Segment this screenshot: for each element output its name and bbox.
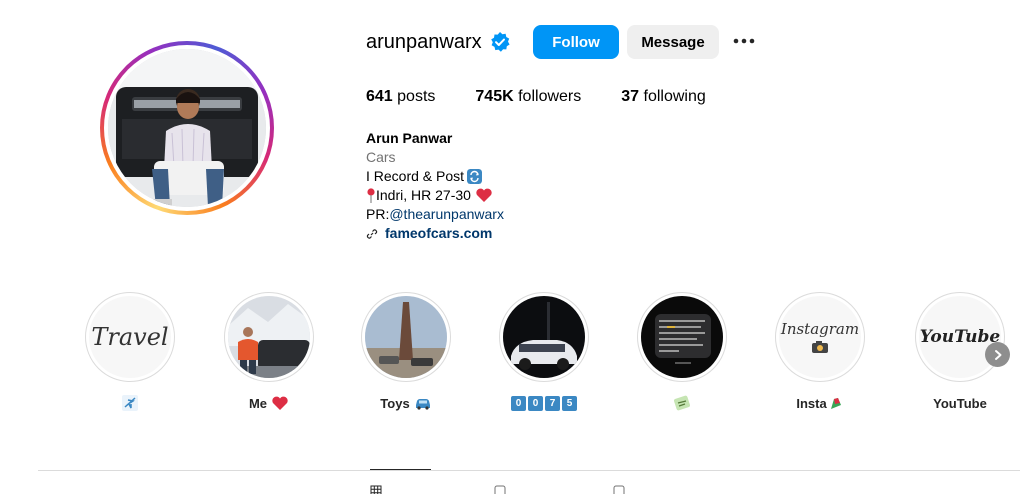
avatar-photo (108, 49, 266, 207)
posts-label: posts (397, 88, 436, 105)
highlight-label-text: YouTube (933, 395, 987, 411)
tab-reels[interactable] (494, 485, 512, 494)
airplane-emoji-icon (122, 395, 138, 411)
message-cover-photo (641, 296, 723, 378)
following-count: 37 (621, 88, 640, 105)
username-row: arunpanwarx (366, 25, 510, 59)
following-label: following (643, 88, 706, 105)
profile-stats: 641 posts 745K followers 37 following (366, 88, 746, 106)
highlight-me[interactable]: Me (219, 292, 319, 412)
chevron-right-icon (994, 349, 1001, 360)
highlight-ring: Travel (85, 292, 175, 382)
message-button[interactable]: Message (627, 25, 719, 59)
active-tab-indicator (370, 469, 431, 470)
followers-count: 745K (475, 88, 514, 105)
verified-badge-icon (490, 32, 510, 52)
bio-name: Arun Panwar (366, 130, 453, 146)
reels-icon (494, 485, 506, 494)
keycap-digit: 0 (528, 395, 543, 411)
bio-pr-prefix: PR: (366, 206, 390, 222)
highlights-next-button[interactable] (985, 342, 1010, 367)
followers-label: followers (518, 88, 582, 105)
avatar-border (104, 45, 270, 211)
highlight-ring (361, 292, 451, 382)
highlight-cover: Travel (89, 296, 171, 378)
highlight-travel[interactable]: Travel (80, 292, 180, 412)
me-cover-photo (228, 296, 310, 378)
highlight-ring: Instagram (775, 292, 865, 382)
keycap-digit: 7 (545, 395, 560, 411)
night-car-cover-photo (503, 296, 585, 378)
bio-line-1-text: I Record & Post (366, 168, 465, 184)
toys-cover-photo (365, 296, 447, 378)
keycap-digit: 5 (562, 395, 577, 411)
bio-line-2-text: Indri, HR 27-30 (376, 187, 471, 203)
highlight-ring (224, 292, 314, 382)
highlight-cover (503, 296, 585, 378)
highlight-label: Insta (770, 394, 870, 412)
heart-emoji-icon (476, 188, 492, 202)
tab-posts[interactable] (370, 485, 388, 494)
profile-bio: Arun Panwar Cars I Record & Post Indri, … (366, 129, 504, 243)
profile-tabs (0, 485, 1024, 494)
bio-line-3: PR: @thearunpanwarx (366, 205, 504, 224)
highlight-cover (365, 296, 447, 378)
highlight-ring (637, 292, 727, 382)
highlight-cover (228, 296, 310, 378)
car-emoji-icon (415, 399, 430, 410)
highlight-label-text: Toys (380, 395, 410, 411)
keycap-digit: 0 (511, 395, 526, 411)
link-icon (366, 228, 378, 239)
avatar-image (108, 49, 266, 207)
tagged-icon (613, 485, 625, 494)
bio-website-text: fameofcars.com (385, 225, 493, 241)
highlight-label: Me (219, 394, 319, 412)
camera-icon (812, 341, 828, 353)
highlight-toys[interactable]: Toys (356, 292, 456, 412)
followers-stat[interactable]: 745K followers (475, 88, 581, 106)
posts-stat: 641 posts (366, 88, 435, 106)
tab-tagged[interactable] (613, 485, 631, 494)
pin-emoji-icon (367, 188, 375, 203)
tabs-divider (38, 470, 1020, 471)
emoji-icon (830, 398, 841, 409)
instagram-cover-text: Instagram (780, 320, 860, 338)
highlight-label (80, 394, 180, 412)
profile-username: arunpanwarx (366, 30, 482, 53)
highlight-message[interactable] (632, 292, 732, 412)
posts-count: 641 (366, 88, 393, 105)
highlight-0075[interactable]: 0 0 7 5 (494, 292, 594, 412)
bio-website-link[interactable]: fameofcars.com (366, 224, 504, 243)
highlight-ring (499, 292, 589, 382)
highlight-label-text: Insta (796, 395, 827, 411)
youtube-cover-text: YouTube (919, 327, 1001, 347)
highlight-insta[interactable]: Instagram Insta (770, 292, 870, 412)
bio-line-1: I Record & Post (366, 167, 504, 186)
repeat-emoji-icon (467, 169, 483, 184)
highlight-label: YouTube (910, 394, 1010, 412)
highlight-label: Toys (356, 394, 456, 412)
highlight-label: 0 0 7 5 (494, 394, 594, 412)
bio-mention-link[interactable]: @thearunpanwarx (389, 205, 504, 224)
heart-emoji-icon (272, 396, 288, 410)
highlight-cover (641, 296, 723, 378)
grid-icon (370, 485, 382, 494)
highlight-cover: Instagram (779, 296, 861, 378)
profile-avatar[interactable] (100, 41, 274, 215)
highlight-cover: YouTube (919, 296, 1001, 378)
keycap-digits: 0 0 7 5 (511, 395, 577, 411)
travel-cover-text: Travel (91, 323, 169, 351)
highlight-label (632, 394, 732, 412)
follow-button[interactable]: Follow (533, 25, 619, 59)
more-options-icon[interactable] (732, 34, 756, 48)
bio-line-2: Indri, HR 27-30 (366, 186, 504, 205)
sticker-emoji-icon (674, 395, 690, 411)
following-stat[interactable]: 37 following (621, 88, 706, 106)
highlight-ring: YouTube (915, 292, 1005, 382)
highlight-label-text: Me (248, 395, 268, 411)
bio-category: Cars (366, 149, 396, 165)
